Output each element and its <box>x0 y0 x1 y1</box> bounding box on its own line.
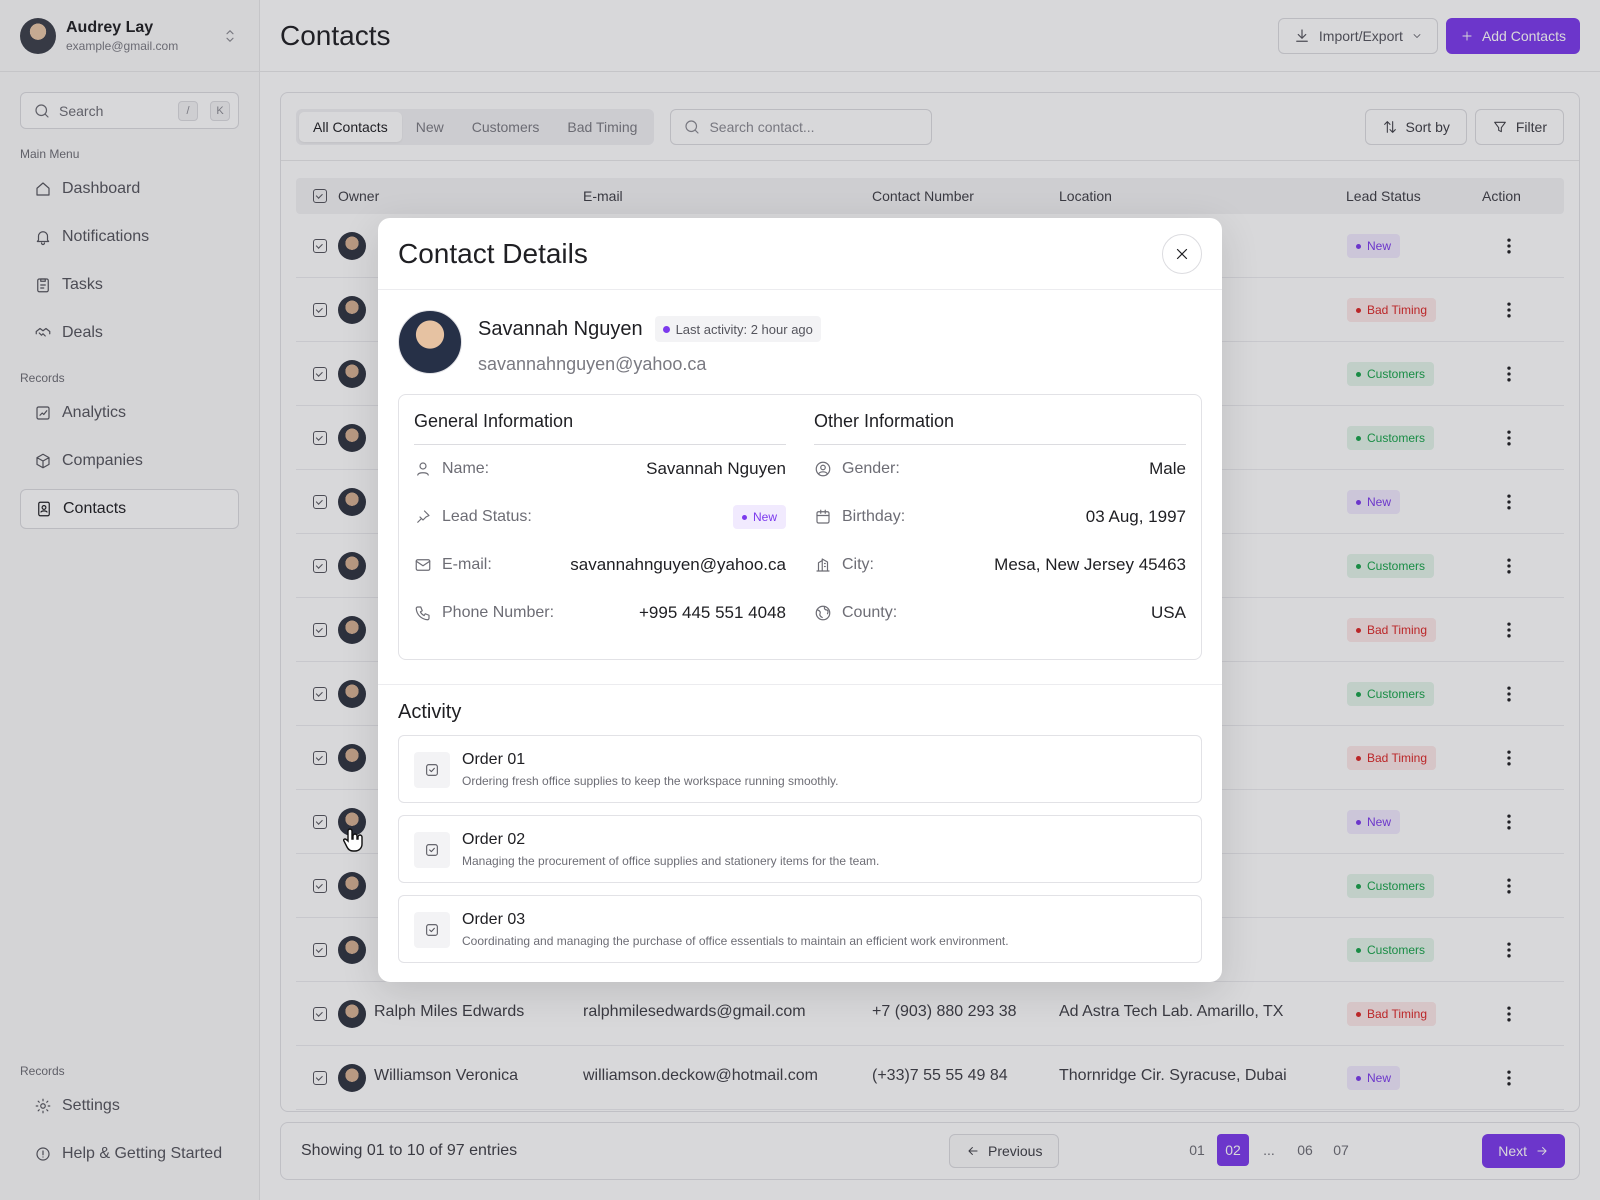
contact-summary: Savannah Nguyen Last activity: 2 hour ag… <box>398 310 821 375</box>
general-information: General Information Name: Savannah Nguye… <box>414 395 786 637</box>
general-info-title: General Information <box>414 395 786 445</box>
lead-status-label: Lead Status: <box>442 508 532 525</box>
order-description: Ordering fresh office supplies to keep t… <box>462 774 839 788</box>
last-activity-badge: Last activity: 2 hour ago <box>654 316 821 342</box>
city-label: City: <box>842 556 874 573</box>
contact-name: Savannah Nguyen <box>478 317 643 340</box>
other-information: Other Information Gender: Male Birthday:… <box>814 395 1186 637</box>
check-square-icon <box>414 912 450 948</box>
activity-item-order-01[interactable]: Order 01 Ordering fresh office supplies … <box>398 735 1202 803</box>
name-label: Name: <box>442 460 490 477</box>
order-title: Order 02 <box>462 831 526 848</box>
phone-label: Phone Number: <box>442 604 555 621</box>
birthday-label: Birthday: <box>842 508 906 525</box>
pin-icon <box>414 508 432 526</box>
user-icon <box>414 460 432 478</box>
activity-item-order-02[interactable]: Order 02 Managing the procurement of off… <box>398 815 1202 883</box>
order-title: Order 01 <box>462 751 526 768</box>
check-square-icon <box>414 832 450 868</box>
contact-details-modal: Contact Details Savannah Nguyen Last act… <box>378 218 1222 982</box>
gender-label: Gender: <box>842 460 900 477</box>
info-card: General Information Name: Savannah Nguye… <box>398 394 1202 660</box>
check-square-icon <box>414 752 450 788</box>
county-value: USA <box>1151 603 1186 622</box>
order-description: Managing the procurement of office suppl… <box>462 854 880 868</box>
building-icon <box>814 556 832 574</box>
activity-item-order-03[interactable]: Order 03 Coordinating and managing the p… <box>398 895 1202 963</box>
contact-email: savannahnguyen@yahoo.ca <box>478 354 707 374</box>
order-description: Coordinating and managing the purchase o… <box>462 934 1009 948</box>
modal-title: Contact Details <box>398 237 588 269</box>
email-label: E-mail: <box>442 556 492 573</box>
calendar-icon <box>814 508 832 526</box>
email-value: savannahnguyen@yahoo.ca <box>570 555 786 574</box>
county-label: County: <box>842 604 898 621</box>
mail-icon <box>414 556 432 574</box>
activity-title: Activity <box>398 701 462 723</box>
name-value: Savannah Nguyen <box>646 459 786 478</box>
birthday-value: 03 Aug, 1997 <box>1085 507 1186 526</box>
user-circle-icon <box>814 460 832 478</box>
lead-status-badge: New <box>732 505 786 529</box>
close-button[interactable] <box>1162 233 1202 274</box>
close-icon <box>1173 245 1191 263</box>
other-info-title: Other Information <box>814 395 1186 445</box>
phone-value: +995 445 551 4048 <box>638 603 786 622</box>
gender-value: Male <box>1149 459 1186 478</box>
globe-icon <box>814 604 832 622</box>
order-title: Order 03 <box>462 911 526 928</box>
divider <box>378 684 1222 685</box>
city-value: Mesa, New Jersey 45463 <box>994 555 1186 574</box>
contact-avatar <box>398 310 462 374</box>
phone-icon <box>414 604 432 622</box>
hand-cursor-icon <box>343 827 365 853</box>
